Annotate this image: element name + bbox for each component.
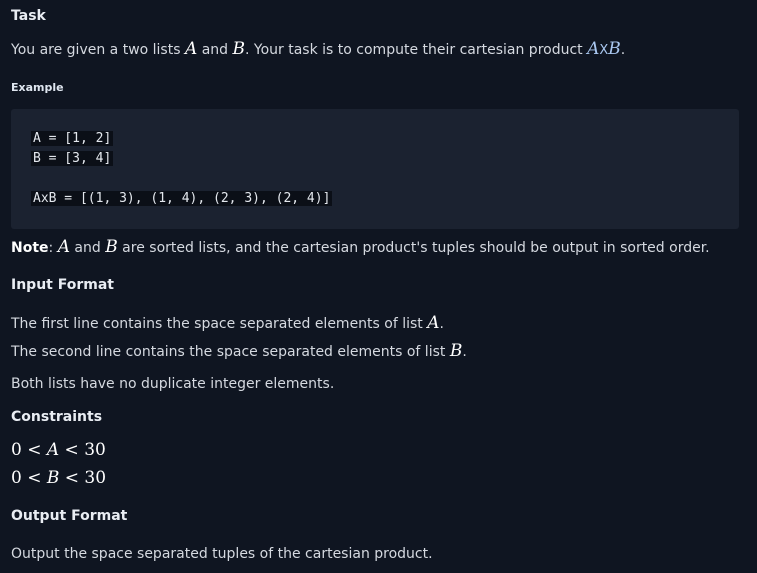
product-x: X [599, 43, 609, 58]
task-text-and: and [197, 42, 233, 58]
note-rest: are sorted lists, and the cartesian prod… [117, 240, 710, 256]
task-text-dot: . [620, 42, 626, 58]
task-text-post: . Your task is to compute their cartesia… [245, 42, 588, 58]
constraint-1: 0 < A < 30 [11, 440, 106, 460]
output-line: Output the space separated tuples of the… [11, 546, 433, 562]
note-label: Note [11, 240, 49, 256]
note-var-b: B [105, 237, 118, 257]
note-and: and [69, 240, 106, 256]
input-line-1-var: A [427, 313, 440, 333]
constraint-2-right: < 30 [59, 468, 107, 488]
input-line-1-post: . [439, 316, 444, 332]
constraint-1-left: 0 < [11, 440, 47, 460]
var-b: B [232, 39, 246, 59]
input-line-3: Both lists have no duplicate integer ele… [11, 376, 335, 392]
example-heading: Example [11, 81, 64, 94]
constraints-heading: Constraints [11, 409, 103, 425]
note-paragraph: Note: A and B are sorted lists, and the … [11, 237, 710, 257]
task-text-pre: You are given a two lists [11, 42, 185, 58]
input-line-2-post: . [462, 344, 467, 360]
input-line-2-var: B [449, 341, 463, 361]
input-line-2-text: The second line contains the space separ… [11, 344, 450, 360]
note-var-a: A [57, 237, 70, 257]
constraint-1-var: A [46, 440, 60, 460]
constraint-2-left: 0 < [11, 468, 47, 488]
task-description: You are given a two lists A and B. Your … [11, 39, 625, 59]
input-line-2: The second line contains the space separ… [11, 341, 467, 361]
product-b: B [608, 39, 621, 59]
input-line-1: The first line contains the space separa… [11, 313, 444, 333]
input-format-heading: Input Format [11, 277, 114, 293]
task-heading: Task [11, 8, 46, 24]
output-format-heading: Output Format [11, 508, 128, 524]
example-code-block: A = [1, 2] B = [3, 4] AxB = [(1, 3), (1,… [11, 109, 739, 229]
constraint-1-right: < 30 [59, 440, 106, 460]
constraint-2: 0 < B < 30 [11, 468, 106, 488]
constraint-2-var: B [46, 468, 60, 488]
var-a: A [184, 39, 198, 59]
code-line: B = [3, 4] [31, 151, 114, 166]
code-line: AxB = [(1, 3), (1, 4), (2, 3), (2, 4)] [31, 191, 333, 206]
note-colon: : [48, 240, 58, 256]
product-a: A [587, 39, 600, 59]
code-line: A = [1, 2] [31, 131, 114, 146]
input-line-1-text: The first line contains the space separa… [11, 316, 428, 332]
